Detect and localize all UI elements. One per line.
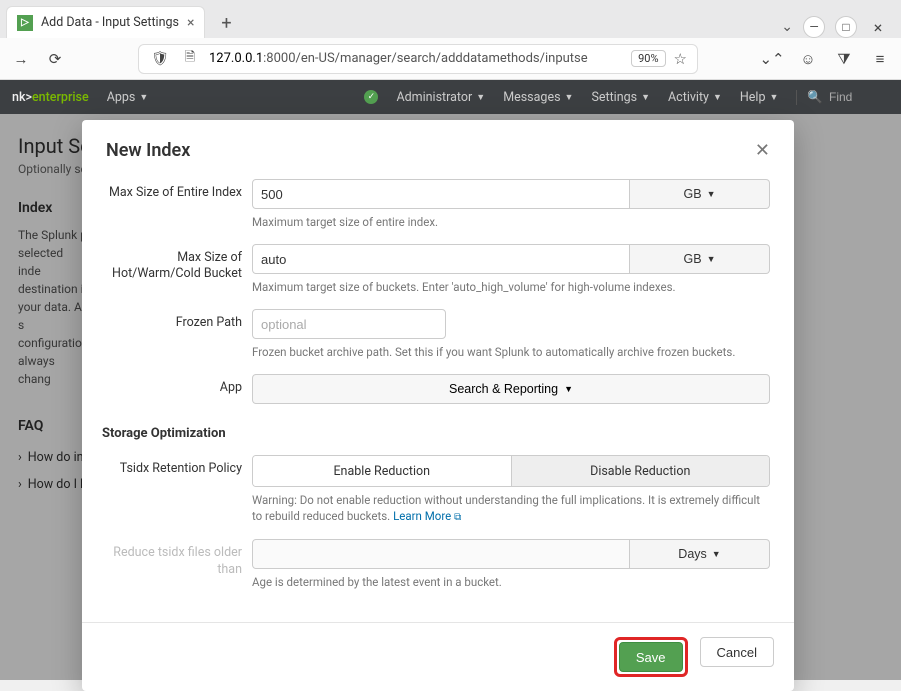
new-tab-button[interactable]: +	[211, 8, 241, 38]
unit-select-reduce-age: Days ▼	[630, 539, 770, 569]
window-minimize-button[interactable]: —	[803, 16, 825, 38]
menu-apps[interactable]: Apps ▼	[107, 90, 149, 105]
pocket-icon[interactable]: ⌄⌃	[761, 48, 783, 70]
label-app: App	[92, 374, 242, 396]
input-max-bucket-size[interactable]	[252, 244, 630, 274]
app-menu-icon[interactable]: ≡	[869, 48, 891, 70]
cancel-button[interactable]: Cancel	[700, 637, 774, 667]
modal-close-button[interactable]: ✕	[755, 140, 770, 161]
extensions-icon[interactable]: ⧩	[833, 48, 855, 70]
unit-select-max-index[interactable]: GB ▼	[630, 179, 770, 209]
global-search[interactable]: 🔍	[796, 90, 889, 105]
label-frozen-path: Frozen Path	[92, 309, 242, 331]
save-button[interactable]: Save	[619, 642, 683, 672]
window-maximize-button[interactable]: □	[835, 16, 857, 38]
input-reduce-age	[252, 539, 630, 569]
shield-icon[interactable]: 🛡	[149, 48, 171, 70]
favicon-icon: ▷	[17, 15, 33, 31]
browser-toolbar: → ⟳ 🛡 🗎 127.0.0.1:8000/en-US/manager/sea…	[0, 38, 901, 80]
menu-help[interactable]: Help ▼	[740, 90, 779, 105]
seg-enable-reduction[interactable]: Enable Reduction	[253, 456, 511, 486]
learn-more-link[interactable]: Learn More ⧉	[393, 509, 461, 523]
modal-title: New Index	[106, 140, 190, 161]
url-text: 127.0.0.1:8000/en-US/manager/search/addd…	[209, 51, 623, 66]
reload-icon[interactable]: ⟳	[44, 48, 66, 70]
bookmark-star-icon[interactable]: ☆	[674, 50, 687, 68]
select-app[interactable]: Search & Reporting ▼	[252, 374, 770, 404]
section-storage-optimization: Storage Optimization	[92, 418, 770, 455]
window-close-button[interactable]: ×	[867, 16, 889, 38]
page-info-icon[interactable]: 🗎	[179, 48, 201, 70]
tab-list-dropdown-icon[interactable]: ⌄	[781, 19, 793, 35]
splunk-top-bar: nk>enterprise Apps ▼ ✓ Administrator ▼ M…	[0, 80, 901, 114]
global-search-input[interactable]	[829, 90, 889, 104]
seg-disable-reduction[interactable]: Disable Reduction	[511, 456, 770, 486]
zoom-level-badge[interactable]: 90%	[631, 50, 665, 67]
help-max-index: Maximum target size of entire index.	[252, 209, 770, 230]
label-reduce-age: Reduce tsidx files older than	[92, 539, 242, 578]
tsidx-segmented-control: Enable Reduction Disable Reduction	[252, 455, 770, 487]
browser-tab-strip: ▷ Add Data - Input Settings × + ⌄ — □ ×	[0, 0, 901, 38]
unit-select-max-bucket[interactable]: GB ▼	[630, 244, 770, 274]
external-link-icon: ⧉	[454, 512, 461, 523]
input-frozen-path[interactable]	[252, 309, 446, 339]
modal-footer: Save Cancel	[82, 622, 794, 691]
help-reduce-age: Age is determined by the latest event in…	[252, 569, 770, 590]
close-tab-icon[interactable]: ×	[187, 15, 194, 31]
url-bar[interactable]: 🛡 🗎 127.0.0.1:8000/en-US/manager/search/…	[138, 44, 698, 74]
label-tsidx-retention: Tsidx Retention Policy	[92, 455, 242, 477]
account-icon[interactable]: ☺	[797, 48, 819, 70]
help-frozen-path: Frozen bucket archive path. Set this if …	[252, 339, 770, 360]
label-max-bucket-size: Max Size of Hot/Warm/Cold Bucket	[92, 244, 242, 283]
search-icon: 🔍	[807, 90, 823, 105]
new-index-modal: New Index ✕ Max Size of Entire Index GB …	[82, 120, 794, 691]
menu-administrator[interactable]: Administrator ▼	[396, 90, 485, 105]
input-max-index-size[interactable]	[252, 179, 630, 209]
browser-tab[interactable]: ▷ Add Data - Input Settings ×	[6, 6, 205, 38]
tab-title: Add Data - Input Settings	[41, 15, 179, 30]
health-check-icon[interactable]: ✓	[364, 90, 378, 104]
menu-settings[interactable]: Settings ▼	[591, 90, 650, 105]
help-max-bucket: Maximum target size of buckets. Enter 'a…	[252, 274, 770, 295]
menu-messages[interactable]: Messages ▼	[503, 90, 573, 105]
help-tsidx: Warning: Do not enable reduction without…	[252, 487, 770, 525]
menu-activity[interactable]: Activity ▼	[668, 90, 722, 105]
save-button-highlight: Save	[614, 637, 688, 677]
label-max-index-size: Max Size of Entire Index	[92, 179, 242, 201]
splunk-logo[interactable]: nk>enterprise	[12, 90, 89, 105]
nav-forward-icon[interactable]: →	[10, 48, 32, 70]
